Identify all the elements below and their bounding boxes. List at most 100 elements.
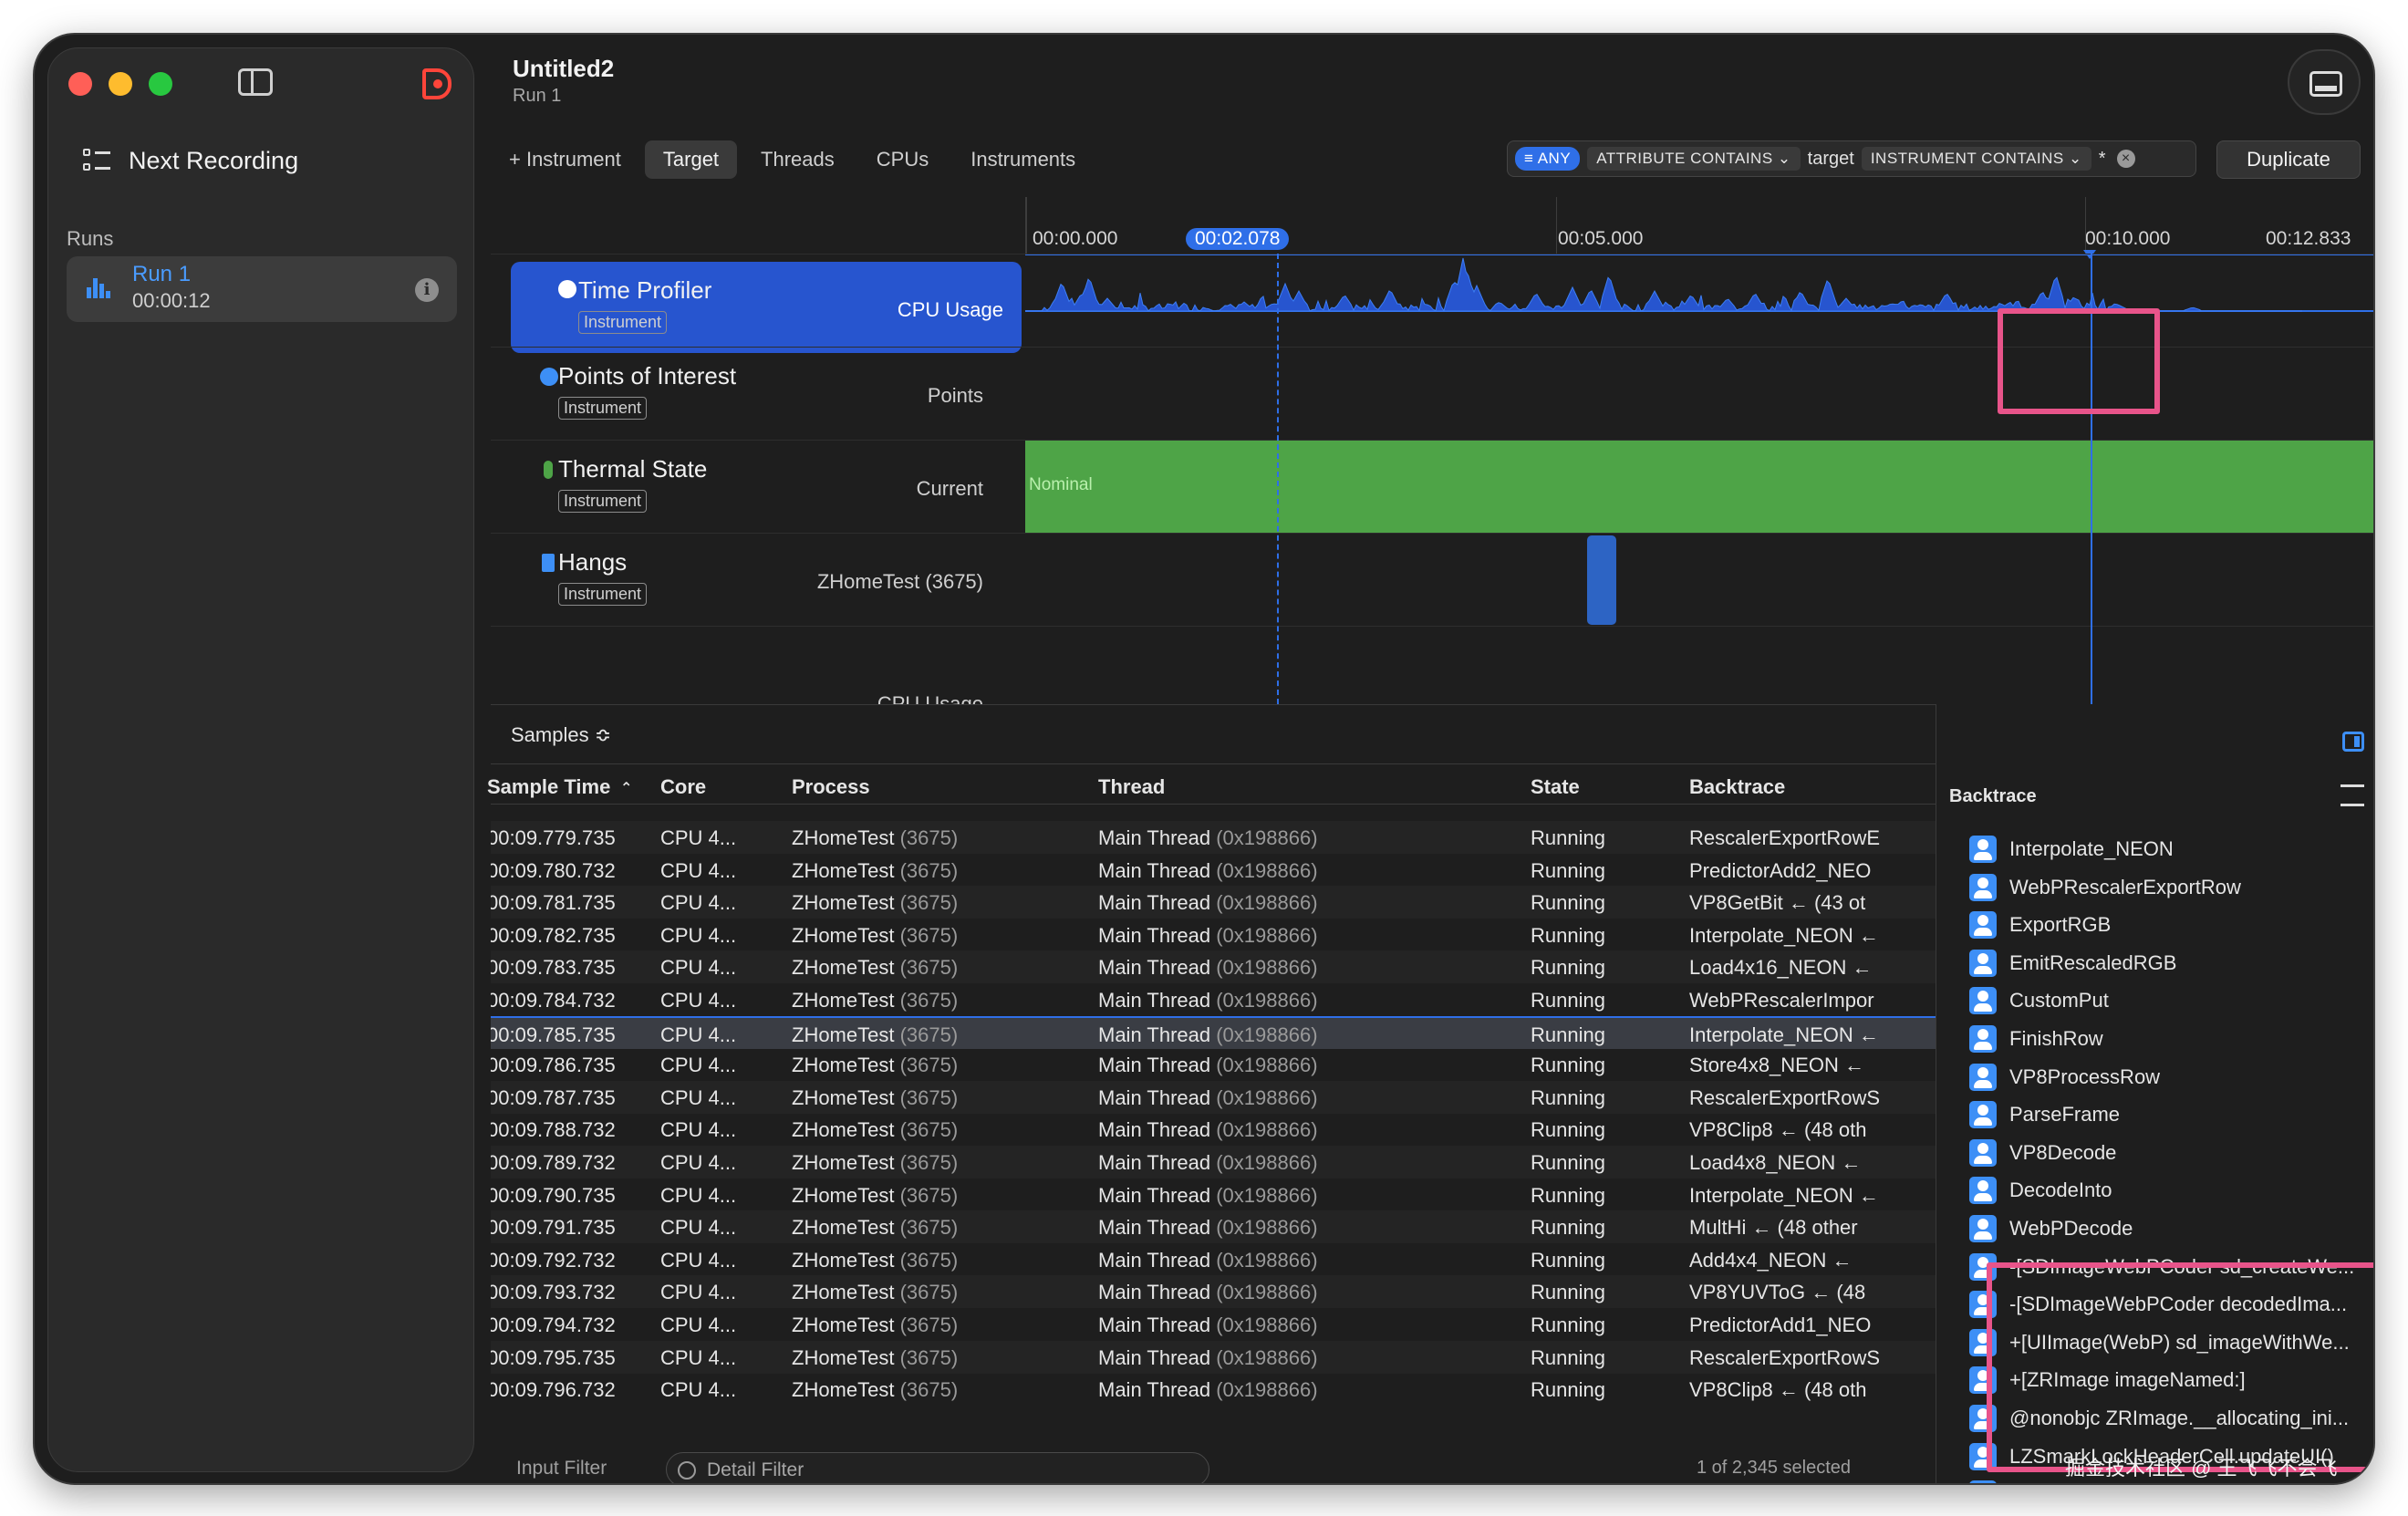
col-thread[interactable]: Thread (1098, 775, 1165, 799)
cell-process-name: ZHomeTest (792, 891, 895, 915)
table-row[interactable]: 00:09.780.732 CPU 4... ZHomeTest (3675) Mai… (491, 854, 1936, 887)
collapse-icon[interactable] (2341, 784, 2364, 806)
backtrace-frame-label: WebPRescalerExportRow (2009, 875, 2241, 898)
cell-process-name: ZHomeTest (792, 1216, 895, 1240)
tab-threads[interactable]: Threads (742, 140, 853, 179)
backtrace-frame[interactable]: WebPRescalerExportRow (1969, 870, 2371, 907)
bottom-panel-toggle-button[interactable] (2288, 49, 2361, 115)
backtrace-frame[interactable]: FinishRow (1969, 1022, 2371, 1058)
filter-any-token[interactable]: ≡ ANY (1515, 147, 1581, 171)
cell-state: Running (1531, 1118, 1605, 1142)
cell-process-name: ZHomeTest (792, 858, 895, 882)
track-label-points-of-interest[interactable]: Points of Interest Instrument Points (491, 348, 1002, 441)
samples-selector[interactable]: Samples ≎ (511, 723, 611, 747)
cell-backtrace: Store4x8_NEON ← (1689, 1054, 1864, 1077)
backtrace-frame[interactable]: VP8ProcessRow (1969, 1060, 2371, 1096)
tab-target[interactable]: Target (644, 140, 738, 179)
next-recording-label: Next Recording (129, 147, 299, 174)
cell-process-name: ZHomeTest (792, 1183, 895, 1207)
next-recording-button[interactable]: Next Recording (83, 147, 298, 175)
col-core[interactable]: Core (660, 775, 706, 799)
track-label-cpu-usage[interactable]: CPU Usage (491, 627, 1002, 704)
filter-instrument-token[interactable]: INSTRUMENT CONTAINS ⌄ (1861, 147, 2091, 171)
backtrace-frame[interactable]: Interpolate_NEON (1969, 832, 2371, 868)
timeline-ruler[interactable]: 00:00.000 00:02.078 00:05.000 00:10.000 … (1025, 197, 2373, 259)
cell-state: Running (1531, 1085, 1605, 1109)
table-row[interactable]: 00:09.782.735 CPU 4... ZHomeTest (3675) Mai… (491, 919, 1936, 951)
table-row[interactable]: 00:09.786.735 CPU 4... ZHomeTest (3675) Mai… (491, 1048, 1936, 1081)
col-sample-time[interactable]: Sample Time (487, 775, 610, 799)
backtrace-frame[interactable]: EmitRescaledRGB (1969, 946, 2371, 982)
record-icon[interactable] (422, 68, 452, 99)
table-row[interactable]: 00:09.791.735 CPU 4... ZHomeTest (3675) Mai… (491, 1210, 1936, 1244)
filter-wildcard: * (2098, 148, 2106, 169)
track-filter-field[interactable]: ≡ ANY ATTRIBUTE CONTAINS ⌄ target INSTRU… (1507, 140, 2196, 177)
backtrace-frame[interactable]: DecodeInto (1969, 1173, 2371, 1210)
duplicate-button[interactable]: Duplicate (2216, 140, 2361, 179)
table-row[interactable]: 00:09.781.735 CPU 4... ZHomeTest (3675) Mai… (491, 886, 1936, 919)
clear-filter-icon[interactable]: × (2116, 150, 2135, 168)
table-row[interactable]: 00:09.787.735 CPU 4... ZHomeTest (3675) Mai… (491, 1080, 1936, 1114)
table-row[interactable]: 00:09.792.732 CPU 4... ZHomeTest (3675) Mai… (491, 1243, 1936, 1276)
close-window-button[interactable] (68, 72, 92, 96)
thermal-state-bar[interactable]: Nominal (1025, 441, 2373, 534)
hangs-graph[interactable] (1025, 534, 2373, 627)
track-thermal-state[interactable]: Thermal State Instrument Current Nominal (491, 440, 2373, 534)
cell-thread-id: (0x198866) (1216, 1151, 1318, 1174)
hang-event[interactable] (1587, 535, 1616, 625)
col-process[interactable]: Process (792, 775, 870, 799)
col-state[interactable]: State (1531, 775, 1580, 799)
table-row[interactable]: 00:09.788.732 CPU 4... ZHomeTest (3675) Mai… (491, 1113, 1936, 1146)
pin-icon (540, 368, 558, 386)
cell-thread-id: (0x198866) (1216, 1216, 1318, 1240)
zoom-window-button[interactable] (149, 72, 172, 96)
detail-view-selector[interactable]: Samples ≎ (491, 704, 1936, 764)
table-row[interactable]: 00:09.796.732 CPU 4... ZHomeTest (3675) Mai… (491, 1373, 1936, 1406)
cell-process: ZHomeTest (3675) (792, 1378, 958, 1402)
cell-backtrace: Interpolate_NEON ← (1689, 1183, 1879, 1207)
table-row[interactable]: 00:09.783.735 CPU 4... ZHomeTest (3675) Mai… (491, 950, 1936, 984)
backtrace-frame[interactable]: ExportRGB (1969, 908, 2371, 944)
table-row[interactable]: 00:09.779.735 CPU 4... ZHomeTest (3675) Mai… (491, 821, 1936, 854)
cell-thread-id: (0x198866) (1216, 891, 1318, 915)
backtrace-frame[interactable]: WebPDecode (1969, 1211, 2371, 1248)
add-instrument-button[interactable]: + Instrument (491, 140, 639, 179)
cell-process: ZHomeTest (3675) (792, 1023, 958, 1047)
info-icon[interactable]: i (415, 278, 439, 302)
cell-thread-name: Main Thread (1098, 1248, 1211, 1272)
table-row[interactable]: 00:09.795.735 CPU 4... ZHomeTest (3675) Mai… (491, 1340, 1936, 1374)
tab-cpus[interactable]: CPUs (858, 140, 947, 179)
track-type: CPU Usage (877, 692, 983, 704)
cpu-usage-graph[interactable] (1025, 254, 2373, 348)
table-row[interactable]: 00:09.789.732 CPU 4... ZHomeTest (3675) Mai… (491, 1146, 1936, 1179)
cell-process-name: ZHomeTest (792, 956, 895, 980)
run-item[interactable]: Run 1 00:00:12 i (67, 256, 457, 322)
inspector-toggle-icon[interactable] (2342, 732, 2364, 752)
cell-process-id: (3675) (899, 1281, 959, 1304)
filter-value[interactable]: target (1808, 149, 1854, 170)
backtrace-frame[interactable]: VP8Decode (1969, 1136, 2371, 1172)
ruler-current-time[interactable]: 00:02.078 (1186, 228, 1290, 250)
user-frame-icon (1969, 911, 1997, 940)
table-row[interactable]: 00:09.793.732 CPU 4... ZHomeTest (3675) Mai… (491, 1275, 1936, 1309)
minimize-window-button[interactable] (109, 72, 132, 96)
track-hangs[interactable]: Hangs Instrument ZHomeTest (3675) (491, 533, 2373, 627)
cell-thread: Main Thread (0x198866) (1098, 1314, 1318, 1337)
table-row[interactable]: 00:09.794.732 CPU 4... ZHomeTest (3675) Mai… (491, 1308, 1936, 1341)
tab-instruments[interactable]: Instruments (952, 140, 1094, 179)
input-filter-button[interactable]: Input Filter (516, 1458, 607, 1480)
detail-filter-field[interactable]: Detail Filter (666, 1452, 1209, 1483)
sidebar-toggle-icon[interactable] (238, 68, 273, 96)
table-row[interactable]: 00:09.790.735 CPU 4... ZHomeTest (3675) Mai… (491, 1179, 1936, 1211)
track-label-thermal-state[interactable]: Thermal State Instrument Current (491, 441, 1002, 534)
track-cpu-usage-partial[interactable]: CPU Usage (491, 626, 2373, 704)
table-row[interactable]: 00:09.785.735 CPU 4... ZHomeTest (3675) Mai… (491, 1015, 1936, 1049)
col-backtrace[interactable]: Backtrace (1689, 775, 1785, 799)
table-row[interactable]: 00:09.784.732 CPU 4... ZHomeTest (3675) Mai… (491, 983, 1936, 1016)
backtrace-frame[interactable]: ParseFrame (1969, 1097, 2371, 1134)
track-label-time-profiler[interactable]: Time Profiler Instrument CPU Usage (511, 262, 1022, 353)
filter-attribute-token[interactable]: ATTRIBUTE CONTAINS ⌄ (1587, 147, 1801, 171)
track-label-hangs[interactable]: Hangs Instrument ZHomeTest (3675) (491, 534, 1002, 627)
cell-process: ZHomeTest (3675) (792, 1346, 958, 1370)
backtrace-frame[interactable]: CustomPut (1969, 983, 2371, 1020)
